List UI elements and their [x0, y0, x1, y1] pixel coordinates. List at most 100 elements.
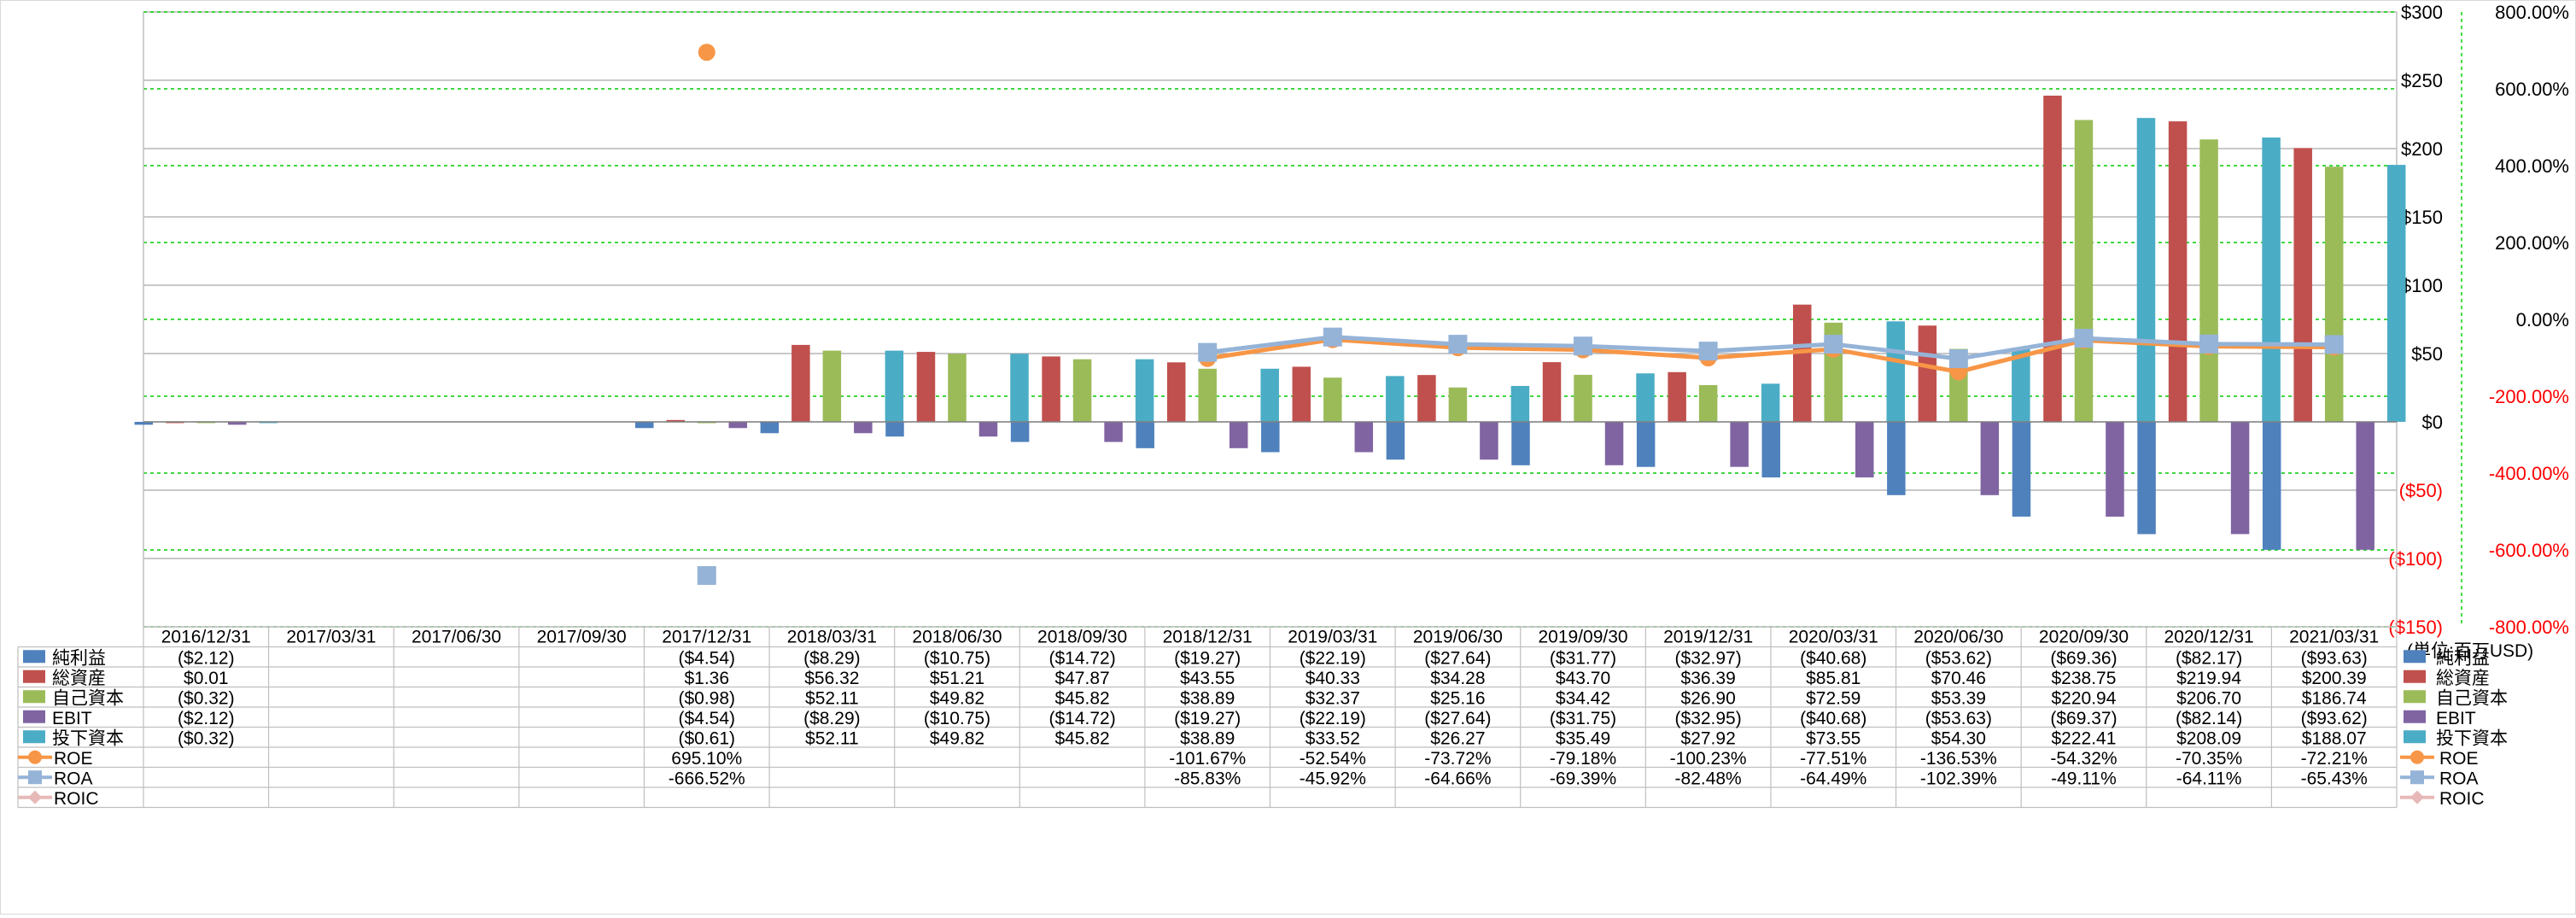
table-cell: $188.07 [2302, 728, 2367, 748]
bar-4-12 [1761, 383, 1780, 422]
legend-key-自己資本 [2404, 690, 2426, 704]
table-cell: $40.33 [1306, 669, 1360, 688]
bar-2-10 [1448, 387, 1468, 422]
category-label: 2019/03/31 [1288, 628, 1377, 647]
bar-1-5 [791, 344, 810, 422]
table-cell: -85.83% [1174, 769, 1241, 788]
bar-1-12 [1668, 371, 1686, 422]
table-cell: $49.82 [930, 728, 984, 748]
bar-3-15 [2106, 422, 2124, 517]
legend-key-純利益 [23, 650, 45, 664]
table-cell: $238.75 [2052, 669, 2117, 688]
category-label: 2017/09/30 [537, 628, 627, 647]
bar-2-12 [1698, 384, 1718, 422]
table-cell: ($40.68) [1800, 648, 1866, 668]
bar-3-9 [1354, 422, 1374, 453]
table-cell: ($82.14) [2176, 709, 2242, 728]
series-label: 純利益 [52, 648, 106, 668]
bar-0-10 [1386, 422, 1405, 460]
bar-1-15 [2043, 96, 2062, 422]
right-tick-label: -600.00% [2489, 540, 2569, 561]
point-ROE-4 [698, 44, 716, 61]
bar-1-17 [2293, 148, 2312, 422]
bar-0-15 [2012, 422, 2031, 517]
category-label: 2020/12/31 [2164, 628, 2254, 647]
legend-marker-ROIC [2410, 790, 2424, 804]
legend-label: EBIT [2436, 709, 2476, 728]
bar-0-17 [2262, 422, 2281, 550]
table-cell: $85.81 [1806, 669, 1860, 688]
table-cell: ($31.77) [1550, 648, 1616, 668]
bar-2-17 [2324, 167, 2344, 422]
table-cell: ($8.29) [803, 648, 861, 668]
bar-1-11 [1542, 362, 1562, 422]
left-tick-label: ($50) [2399, 480, 2443, 501]
bar-3-4 [728, 422, 747, 429]
bar-1-13 [1793, 304, 1812, 422]
right-tick-label: 200.00% [2495, 232, 2569, 254]
bar-2-15 [2074, 120, 2094, 422]
line-segment-ROA [1457, 342, 1584, 348]
right-tick-label: 600.00% [2495, 79, 2569, 100]
table-cell: $34.42 [1556, 688, 1610, 708]
table-cell: ($27.64) [1424, 648, 1491, 668]
table-cell: $72.59 [1806, 688, 1860, 708]
legend-marker-ROA [2410, 770, 2424, 785]
point-ROA-8 [1198, 342, 1218, 362]
table-cell: ($10.75) [924, 709, 990, 728]
table-cell: ($53.62) [1925, 648, 1992, 668]
table-cell: ($14.72) [1049, 648, 1115, 668]
bar-3-14 [1980, 422, 2000, 495]
left-tick-label: $0 [2422, 412, 2443, 433]
table-cell: ($0.98) [678, 688, 735, 708]
legend-key-投下資本 [2404, 730, 2426, 744]
point-ROA-11 [1574, 336, 1593, 356]
table-cell: ($4.54) [678, 648, 735, 668]
table-cell: ($32.95) [1675, 709, 1742, 728]
left-tick-label: $300 [2401, 2, 2443, 23]
bar-3-16 [2230, 422, 2250, 535]
table-cell: $186.74 [2302, 688, 2367, 708]
bar-3-17 [2356, 422, 2374, 550]
table-cell: $43.70 [1556, 669, 1610, 688]
point-ROA-10 [1448, 335, 1468, 354]
table-cell: -49.11% [2051, 769, 2117, 788]
table-cell: ($22.19) [1300, 648, 1366, 668]
table-cell: ($93.63) [2301, 648, 2368, 668]
point-ROA-17 [2324, 335, 2344, 354]
legend-label: ROE [2439, 749, 2479, 769]
bar-4-16 [2262, 137, 2281, 422]
table-cell: -82.48% [1675, 769, 1742, 788]
table-cell: -52.54% [1300, 749, 1366, 769]
table-cell: ($69.36) [2050, 648, 2117, 668]
point-ROA-13 [1824, 335, 1843, 354]
table-cell: ($0.32) [178, 728, 235, 748]
table-cell: $25.16 [1430, 688, 1485, 708]
bar-0-14 [1887, 422, 1906, 495]
table-cell: $45.82 [1054, 688, 1109, 708]
left-tick-label: $100 [2401, 275, 2443, 296]
table-cell: $32.37 [1306, 688, 1360, 708]
table-cell: -136.53% [1920, 749, 1997, 769]
bar-0-12 [1636, 422, 1656, 467]
bar-1-16 [2168, 121, 2188, 422]
table-cell: $53.39 [1931, 688, 1986, 708]
point-ROA-9 [1323, 327, 1342, 347]
table-cell: ($69.37) [2050, 709, 2117, 728]
table-cell: $219.94 [2176, 669, 2241, 688]
table-cell: -70.35% [2176, 749, 2242, 769]
table-cell: ($10.75) [924, 648, 990, 668]
legend-key-総資産 [2404, 669, 2426, 683]
bar-0-7 [1010, 422, 1030, 442]
table-cell: ($53.63) [1925, 709, 1992, 728]
table-cell: -45.92% [1300, 769, 1366, 788]
bar-4-8 [1260, 368, 1279, 422]
bar-2-9 [1323, 377, 1342, 422]
bar-2-16 [2199, 139, 2218, 422]
bar-0-6 [885, 422, 904, 437]
table-cell: ($8.29) [803, 709, 861, 728]
point-ROA-15 [2074, 329, 2094, 348]
table-cell: $49.82 [930, 688, 984, 708]
table-cell: $34.28 [1430, 669, 1485, 688]
bar-1-6 [916, 352, 936, 422]
